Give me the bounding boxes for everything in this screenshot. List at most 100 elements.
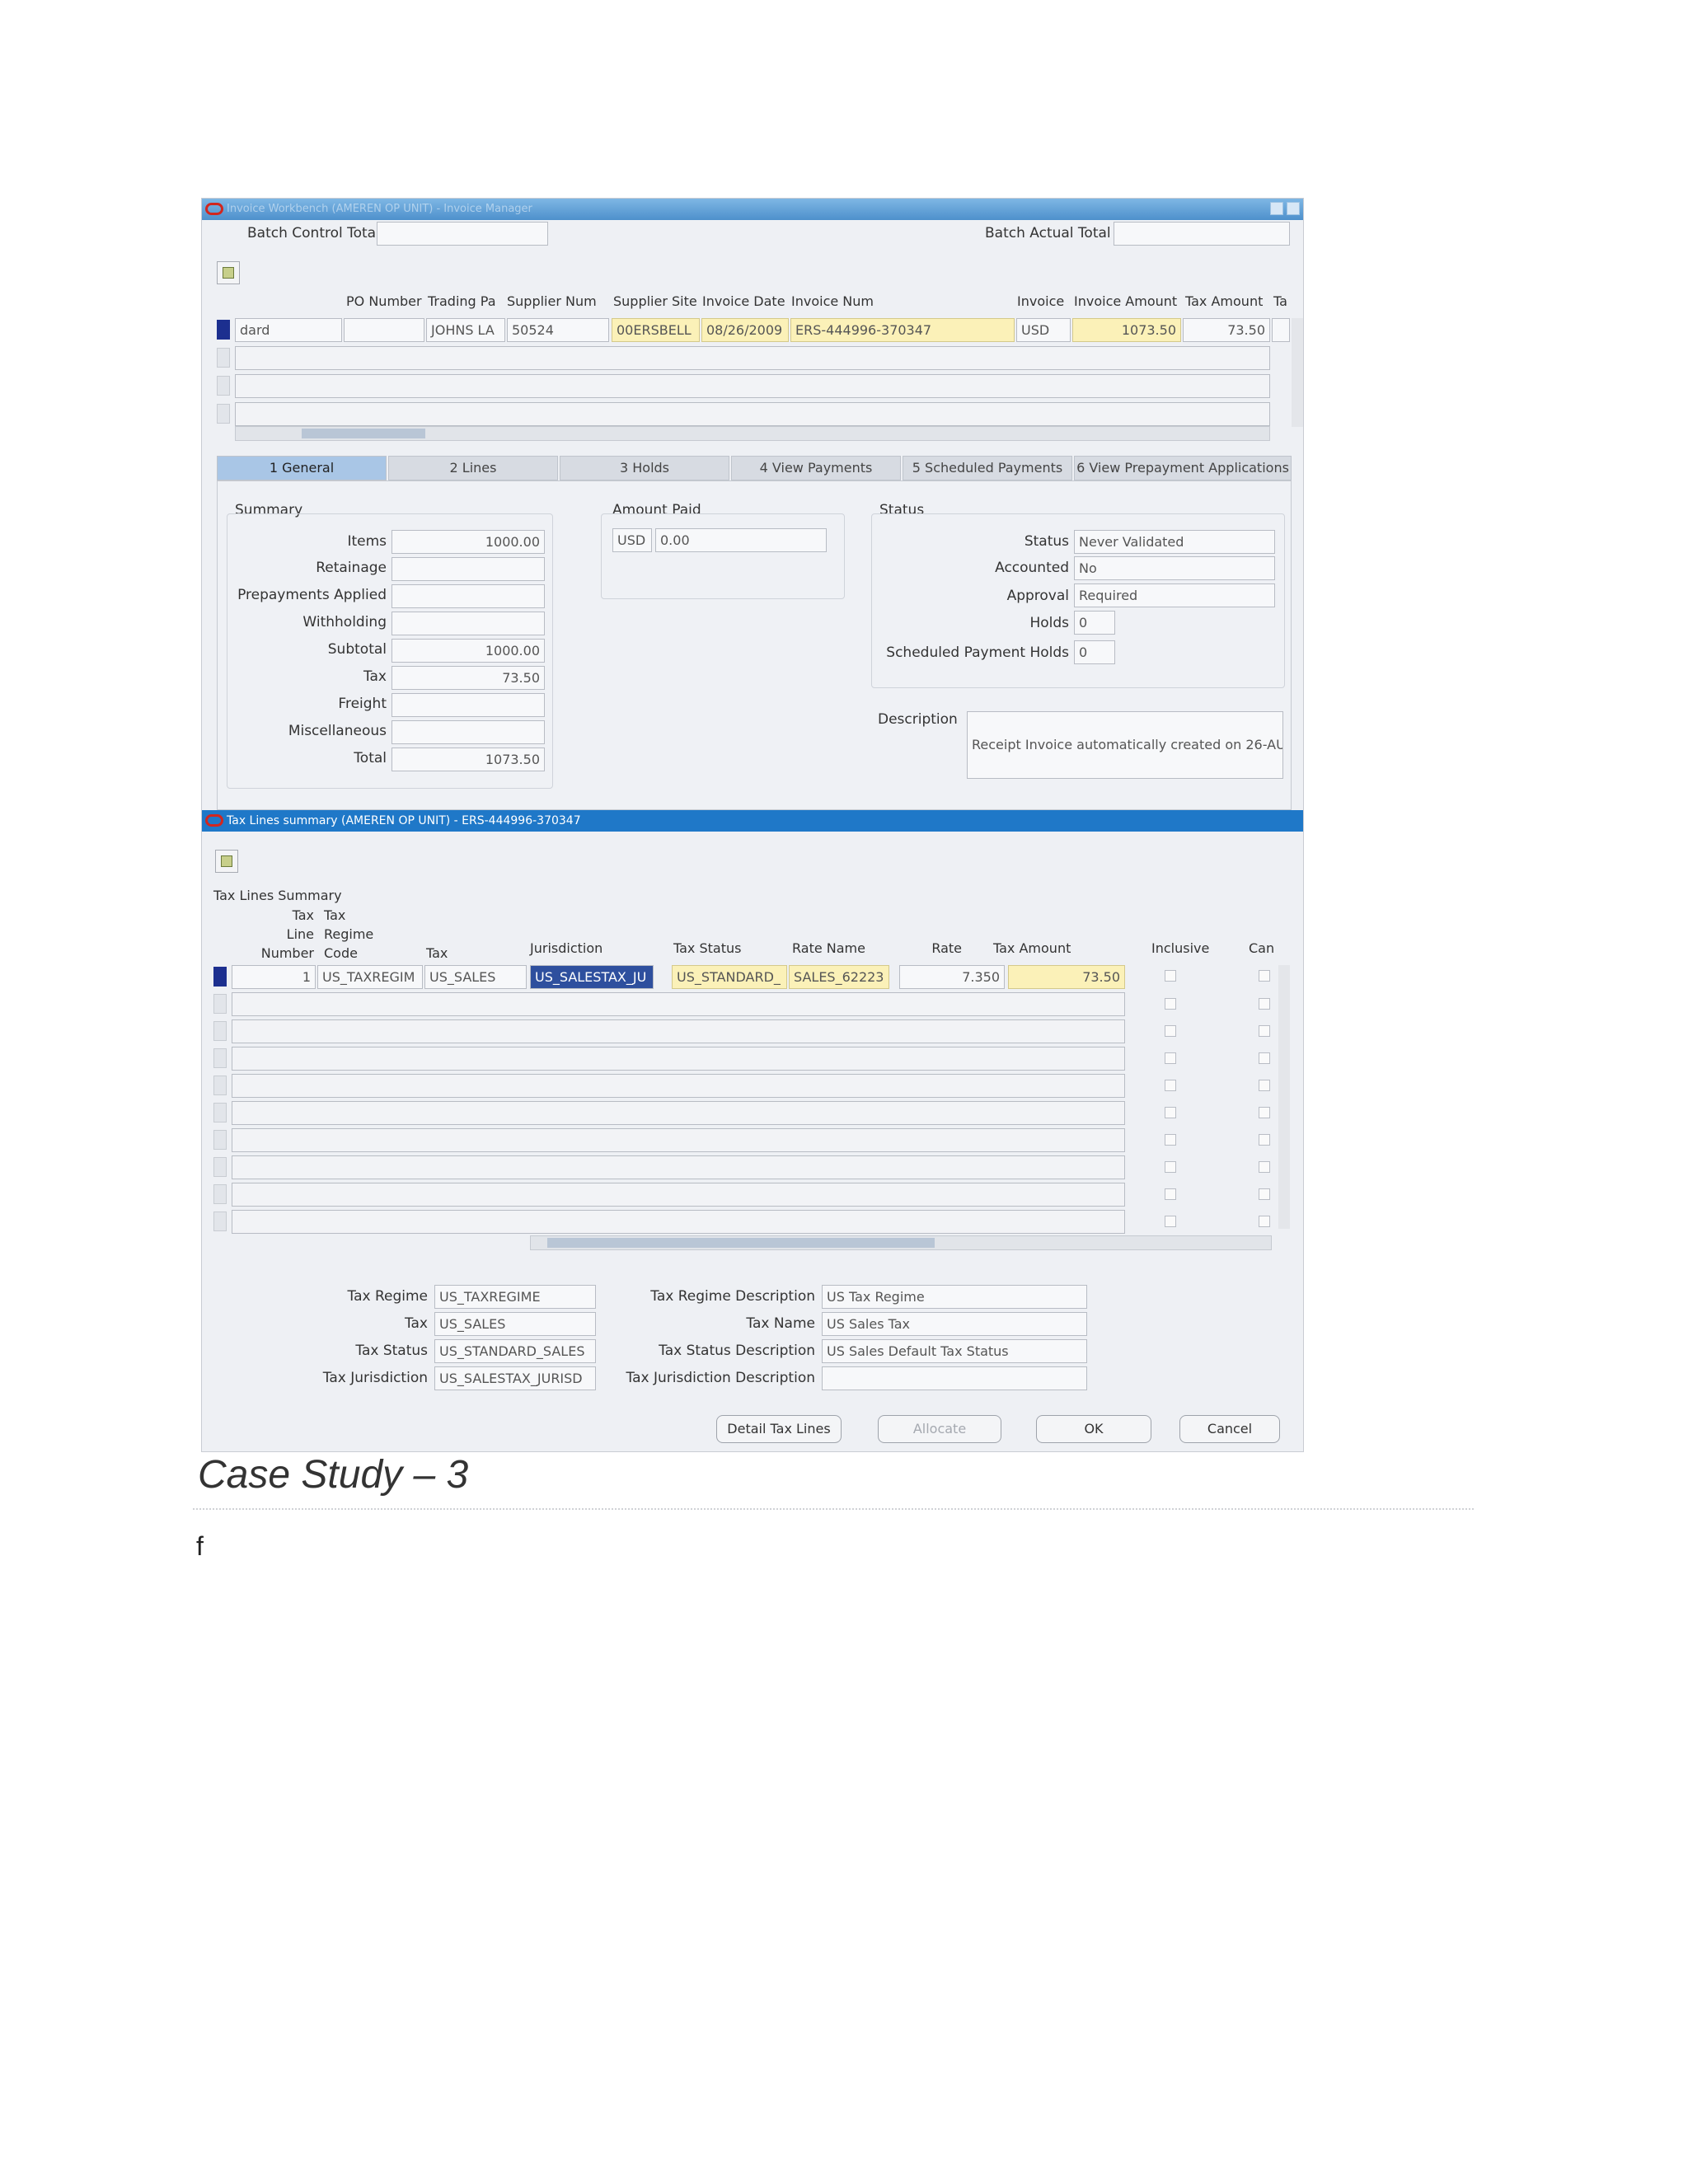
empty-tax-row[interactable] xyxy=(232,992,1125,1016)
invoice-grid-vertical-scrollbar[interactable] xyxy=(1292,318,1303,427)
empty-tax-row[interactable] xyxy=(232,1047,1125,1071)
tax-status-description-field[interactable]: US Sales Default Tax Status xyxy=(822,1339,1087,1363)
prepayments-field[interactable] xyxy=(392,584,545,608)
tax-jurisdiction-description-field[interactable] xyxy=(822,1366,1087,1390)
batch-control-total-field[interactable] xyxy=(377,222,548,246)
tax-name-field[interactable]: US Sales Tax xyxy=(822,1312,1087,1336)
status-field[interactable]: Never Validated xyxy=(1074,530,1275,554)
tax-status-field[interactable]: US_STANDARD_SALES xyxy=(434,1339,596,1363)
invoice-grid-horizontal-scrollbar[interactable] xyxy=(235,426,1270,441)
total-field[interactable]: 1073.50 xyxy=(392,748,545,771)
tab-lines[interactable]: 2 Lines xyxy=(388,456,558,480)
freight-field[interactable] xyxy=(392,693,545,717)
tab-general[interactable]: 1 General xyxy=(217,456,387,480)
row-selector[interactable] xyxy=(217,348,230,368)
tax-grid-vertical-scrollbar[interactable] xyxy=(1278,965,1290,1229)
tab-view-payments[interactable]: 4 View Payments xyxy=(731,456,901,480)
supplier-site-cell[interactable]: 00ERSBELL xyxy=(612,318,700,342)
scroll-thumb[interactable] xyxy=(302,429,425,438)
minimize-icon[interactable] xyxy=(1270,202,1283,215)
rate-name-cell[interactable]: SALES_62223 xyxy=(789,965,889,989)
tab-scheduled-payments[interactable]: 5 Scheduled Payments xyxy=(903,456,1072,480)
invoice-amount-cell[interactable]: 1073.50 xyxy=(1072,318,1181,342)
inclusive-checkbox[interactable] xyxy=(1165,1052,1176,1064)
supplier-num-cell[interactable]: 50524 xyxy=(507,318,609,342)
invoice-date-cell[interactable]: 08/26/2009 xyxy=(701,318,789,342)
inclusive-checkbox[interactable] xyxy=(1165,1025,1176,1037)
tax-row-selector[interactable] xyxy=(213,1021,227,1041)
tax-row-selector-active[interactable] xyxy=(213,967,227,987)
tax-cell[interactable]: US_SALES xyxy=(424,965,527,989)
scroll-thumb[interactable] xyxy=(547,1238,935,1248)
inclusive-checkbox[interactable] xyxy=(1165,1107,1176,1118)
detail-tax-lines-button[interactable]: Detail Tax Lines xyxy=(716,1415,842,1443)
inclusive-checkbox[interactable] xyxy=(1165,1134,1176,1146)
empty-invoice-row[interactable] xyxy=(235,374,1270,398)
tax-row-selector[interactable] xyxy=(213,1212,227,1231)
empty-tax-row[interactable] xyxy=(232,1183,1125,1207)
tax-jurisdiction-field[interactable]: US_SALESTAX_JURISD xyxy=(434,1366,596,1390)
tax-regime-field[interactable]: US_TAXREGIME xyxy=(434,1285,596,1309)
can-checkbox[interactable] xyxy=(1259,1107,1270,1118)
batch-actual-total-field[interactable] xyxy=(1114,222,1290,246)
inclusive-checkbox[interactable] xyxy=(1165,970,1176,982)
subtotal-field[interactable]: 1000.00 xyxy=(392,639,545,663)
items-field[interactable]: 1000.00 xyxy=(392,530,545,554)
empty-invoice-row[interactable] xyxy=(235,402,1270,426)
tax-grid-horizontal-scrollbar[interactable] xyxy=(530,1235,1272,1250)
accounted-field[interactable]: No xyxy=(1074,556,1275,580)
tax-row-selector[interactable] xyxy=(213,1130,227,1150)
withholding-field[interactable] xyxy=(392,612,545,635)
po-number-cell[interactable] xyxy=(344,318,424,342)
tax-row-selector[interactable] xyxy=(213,1103,227,1122)
inclusive-checkbox[interactable] xyxy=(1165,1188,1176,1200)
inclusive-checkbox[interactable] xyxy=(1165,998,1176,1010)
edit-button[interactable] xyxy=(217,261,240,284)
tax-line-number-cell[interactable]: 1 xyxy=(232,965,316,989)
empty-tax-row[interactable] xyxy=(232,1155,1125,1179)
amount-paid-field[interactable]: 0.00 xyxy=(655,528,827,552)
retainage-field[interactable] xyxy=(392,557,545,581)
tax-detail-tax-field[interactable]: US_SALES xyxy=(434,1312,596,1336)
edit-button[interactable] xyxy=(215,850,238,873)
empty-invoice-row[interactable] xyxy=(235,346,1270,370)
scheduled-payment-holds-field[interactable]: 0 xyxy=(1074,640,1115,664)
tax-row-selector[interactable] xyxy=(213,1157,227,1177)
inclusive-checkbox[interactable] xyxy=(1165,1080,1176,1091)
amount-paid-currency[interactable]: USD xyxy=(612,528,652,552)
can-checkbox[interactable] xyxy=(1259,970,1270,982)
miscellaneous-field[interactable] xyxy=(392,720,545,744)
tax-row-selector[interactable] xyxy=(213,1048,227,1068)
invoice-num-cell[interactable]: ERS-444996-370347 xyxy=(790,318,1015,342)
can-checkbox[interactable] xyxy=(1259,1080,1270,1091)
inclusive-checkbox[interactable] xyxy=(1165,1161,1176,1173)
can-checkbox[interactable] xyxy=(1259,1025,1270,1037)
approval-field[interactable]: Required xyxy=(1074,583,1275,607)
row-selector-active[interactable] xyxy=(217,320,230,340)
can-checkbox[interactable] xyxy=(1259,1216,1270,1227)
tax-row-selector[interactable] xyxy=(213,1076,227,1095)
tax-regime-description-field[interactable]: US Tax Regime xyxy=(822,1285,1087,1309)
holds-field[interactable]: 0 xyxy=(1074,611,1115,635)
empty-tax-row[interactable] xyxy=(232,1210,1125,1234)
empty-tax-row[interactable] xyxy=(232,1074,1125,1098)
maximize-icon[interactable] xyxy=(1287,202,1300,215)
row-selector[interactable] xyxy=(217,404,230,424)
tax-regime-code-cell[interactable]: US_TAXREGIM xyxy=(317,965,423,989)
allocate-button[interactable]: Allocate xyxy=(878,1415,1001,1443)
empty-tax-row[interactable] xyxy=(232,1128,1125,1152)
description-field[interactable]: Receipt Invoice automatically created on… xyxy=(967,711,1283,779)
inclusive-checkbox[interactable] xyxy=(1165,1216,1176,1227)
invoice-currency-cell[interactable]: USD xyxy=(1016,318,1071,342)
empty-tax-row[interactable] xyxy=(232,1101,1125,1125)
can-checkbox[interactable] xyxy=(1259,1052,1270,1064)
can-checkbox[interactable] xyxy=(1259,1161,1270,1173)
tax-row-selector[interactable] xyxy=(213,1184,227,1204)
can-checkbox[interactable] xyxy=(1259,1188,1270,1200)
row-selector[interactable] xyxy=(217,376,230,396)
invoice-type-cell[interactable]: dard xyxy=(235,318,342,342)
jurisdiction-cell[interactable]: US_SALESTAX_JU xyxy=(530,965,654,989)
empty-tax-row[interactable] xyxy=(232,1019,1125,1043)
tab-view-prepayment-applications[interactable]: 6 View Prepayment Applications xyxy=(1074,456,1292,480)
tax-field[interactable]: 73.50 xyxy=(392,666,545,690)
